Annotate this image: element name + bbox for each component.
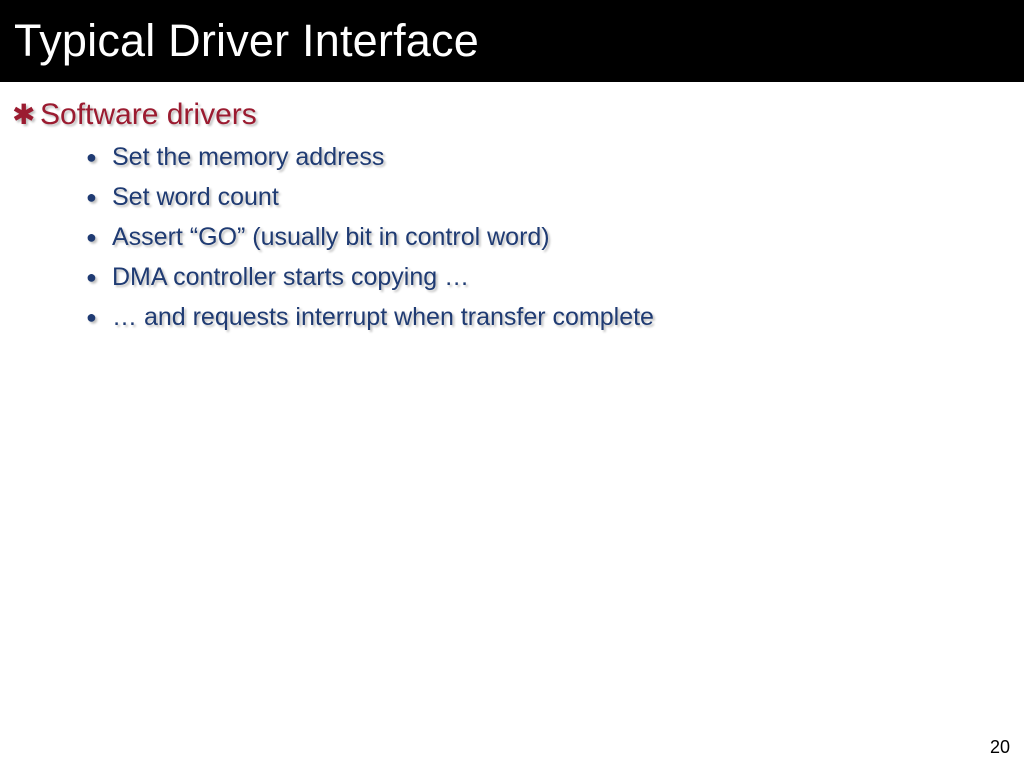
list-item: ● Set word count: [0, 180, 1024, 214]
slide-body: ✱ Software drivers ● Set the memory addr…: [0, 82, 1024, 334]
bullet-icon: ●: [86, 220, 112, 254]
bullet-icon: ●: [86, 260, 112, 294]
list-item: ● … and requests interrupt when transfer…: [0, 300, 1024, 334]
asterisk-icon: ✱: [12, 96, 40, 134]
slide-title: Typical Driver Interface: [14, 15, 479, 67]
list-item: ● DMA controller starts copying …: [0, 260, 1024, 294]
list-item-text: … and requests interrupt when transfer c…: [112, 300, 654, 334]
bullet-icon: ●: [86, 300, 112, 334]
list-item-text: Assert “GO” (usually bit in control word…: [112, 220, 550, 254]
bullet-icon: ●: [86, 140, 112, 174]
page-number: 20: [990, 737, 1010, 758]
list-item-text: Set word count: [112, 180, 279, 214]
heading-text: Software drivers: [40, 96, 257, 134]
list-item: ● Set the memory address: [0, 140, 1024, 174]
list-item: ● Assert “GO” (usually bit in control wo…: [0, 220, 1024, 254]
heading-item: ✱ Software drivers: [0, 96, 1024, 134]
title-bar: Typical Driver Interface: [0, 0, 1024, 82]
list-item-text: Set the memory address: [112, 140, 384, 174]
list-item-text: DMA controller starts copying …: [112, 260, 469, 294]
bullet-icon: ●: [86, 180, 112, 214]
